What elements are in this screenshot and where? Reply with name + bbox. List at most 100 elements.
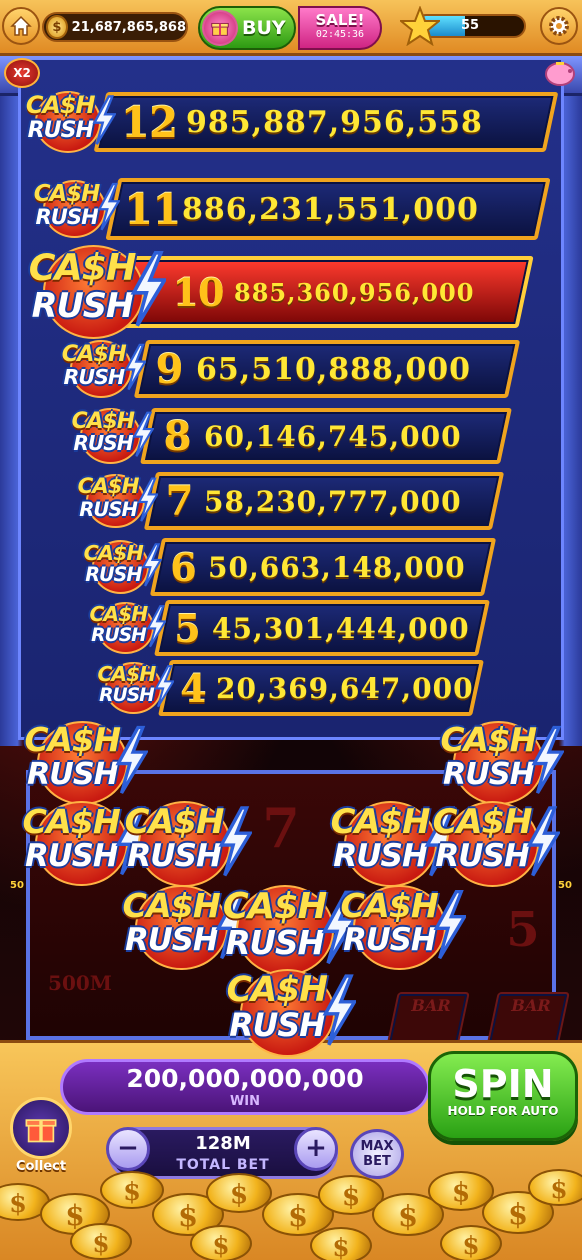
lightning-bolt-icon [531,725,564,794]
increase-bet-button[interactable]: + [294,1127,338,1171]
jackpot-tier-row: 12 985,887,956,558 [93,92,559,152]
win-display: 200,000,000,000 WIN [60,1059,430,1115]
jackpot-tier-row: 8 60,146,745,000 [140,408,512,464]
logo-word-rush: RUSH [125,921,218,958]
logo-word-rush: RUSH [85,562,142,586]
reel-symbol-seven: 7 [262,796,300,860]
logo-word-cash: CA$H [340,885,439,925]
jackpot-tier-row: 9 65,510,888,000 [133,340,521,398]
logo-word-rush: RUSH [73,431,133,456]
reel-cash-rush-symbol: CA$H RUSH [338,880,466,975]
jackpot-tier-count: 12 [120,97,178,147]
decrease-bet-button[interactable]: − [106,1127,150,1171]
jackpot-tier-logo: CA$H RUSH [70,405,154,467]
settings-button[interactable] [540,7,578,45]
jackpot-tier-logo: CA$H RUSH [76,471,158,532]
logo-word-cash: CA$H [28,246,137,290]
jackpot-tier-logo: CA$H RUSH [88,599,166,657]
logo-word-cash: CA$H [33,180,101,207]
lightning-bolt-icon [92,95,116,145]
jackpot-tier-count: 4 [180,665,206,711]
spin-sublabel: HOLD FOR AUTO [447,1104,559,1118]
logo-word-cash: CA$H [83,541,144,566]
buy-label: BUY [242,17,286,39]
logo-word-cash: CA$H [61,341,127,368]
buy-button[interactable]: BUY [198,6,296,50]
logo-word-cash: CA$H [24,721,122,760]
multiplier-badge[interactable]: X2 [4,58,40,88]
side-marker-right: 50 [558,880,572,891]
gold-coin-icon [528,1169,582,1208]
lightning-bolt-icon [322,974,356,1046]
jackpot-tier-row: 7 58,230,777,000 [143,472,505,530]
logo-word-cash: CA$H [222,886,328,928]
logo-word-cash: CA$H [71,408,135,434]
spin-button[interactable]: SPIN HOLD FOR AUTO [428,1051,578,1141]
lightning-bolt-icon [123,343,146,391]
logo-word-rush: RUSH [31,285,134,325]
jackpot-tier-count: 8 [163,412,192,460]
star-icon [400,6,440,46]
jackpot-tier-count: 9 [155,345,184,393]
lightning-bolt-icon [154,665,174,708]
max-bet-button[interactable]: MAX BET [350,1129,404,1179]
jackpot-tier-amount: 58,230,777,000 [204,484,462,518]
logo-word-cash: CA$H [22,801,121,841]
gift-icon [25,1119,57,1143]
top-bar: $ 21,687,865,868 BUY SALE! 02:45:36 55 [0,0,582,56]
logo-word-cash: CA$H [124,801,225,841]
lightning-bolt-icon [130,251,166,327]
jackpot-tier-row: 10 885,360,956,000 [112,256,534,328]
sale-button[interactable]: SALE! 02:45:36 [298,6,382,50]
home-icon [10,15,32,36]
jackpot-tier-logo: CA$H RUSH [60,337,146,401]
jackpot-tier-row: 4 20,369,647,000 [158,660,484,716]
win-label: WIN [229,1094,261,1109]
logo-word-cash: CA$H [122,885,221,925]
logo-word-rush: RUSH [225,924,324,963]
jackpot-tier-logo: CA$H RUSH [96,659,174,717]
coin-balance-value: 21,687,865,868 [71,19,186,35]
logo-word-rush: RUSH [229,1007,325,1044]
jackpot-tier-amount: 65,510,888,000 [196,351,471,387]
logo-word-cash: CA$H [97,661,157,686]
lightning-bolt-icon [526,806,560,877]
reel-symbol-five: 5 [506,902,540,958]
jackpot-tier-amount: 60,146,745,000 [204,419,462,453]
reel-cash-rush-symbol: CA$H RUSH [122,796,252,892]
jackpot-tier-count: 6 [170,544,196,590]
lightning-bolt-icon [218,806,252,877]
logo-word-rush: RUSH [63,365,125,390]
gold-coin-icon [310,1227,372,1260]
coin-icon: $ [46,15,68,39]
gold-coin-icon [206,1173,272,1214]
logo-word-rush: RUSH [79,497,138,521]
coin-balance: $ 21,687,865,868 [42,12,188,42]
reel-cash-rush-symbol: CA$H RUSH [224,964,356,1062]
gear-icon [549,16,569,36]
collect-button[interactable] [10,1097,72,1159]
lightning-bolt-icon [137,477,158,522]
jackpot-tier-amount: 886,231,551,000 [182,191,479,227]
logo-word-cash: CA$H [330,801,431,841]
jackpot-tier-logo: CA$H RUSH [24,88,116,156]
jackpot-tier-row: 5 45,301,444,000 [154,600,490,656]
logo-word-rush: RUSH [443,756,535,792]
jackpot-tier-count: 11 [124,184,181,234]
jackpot-tier-count: 10 [172,269,225,315]
reel-cash-rush-symbol: CA$H RUSH [430,796,560,892]
jackpot-tier-logo: CA$H RUSH [32,176,120,241]
home-button[interactable] [2,7,40,45]
lightning-bolt-icon [132,411,154,457]
logo-word-rush: RUSH [333,838,428,875]
lightning-bolt-icon [433,890,466,960]
logo-word-rush: RUSH [27,118,94,144]
gold-coin-icon [190,1225,252,1260]
logo-word-rush: RUSH [435,838,530,875]
slot-game-screen: $ 21,687,865,868 BUY SALE! 02:45:36 55 X… [0,0,582,1260]
sale-label: SALE! [315,11,365,29]
piggy-bank-icon[interactable] [542,56,578,88]
jackpot-tier-amount: 45,301,444,000 [212,611,470,645]
jackpot-tier-amount: 20,369,647,000 [216,671,474,705]
logo-word-cash: CA$H [89,601,149,626]
